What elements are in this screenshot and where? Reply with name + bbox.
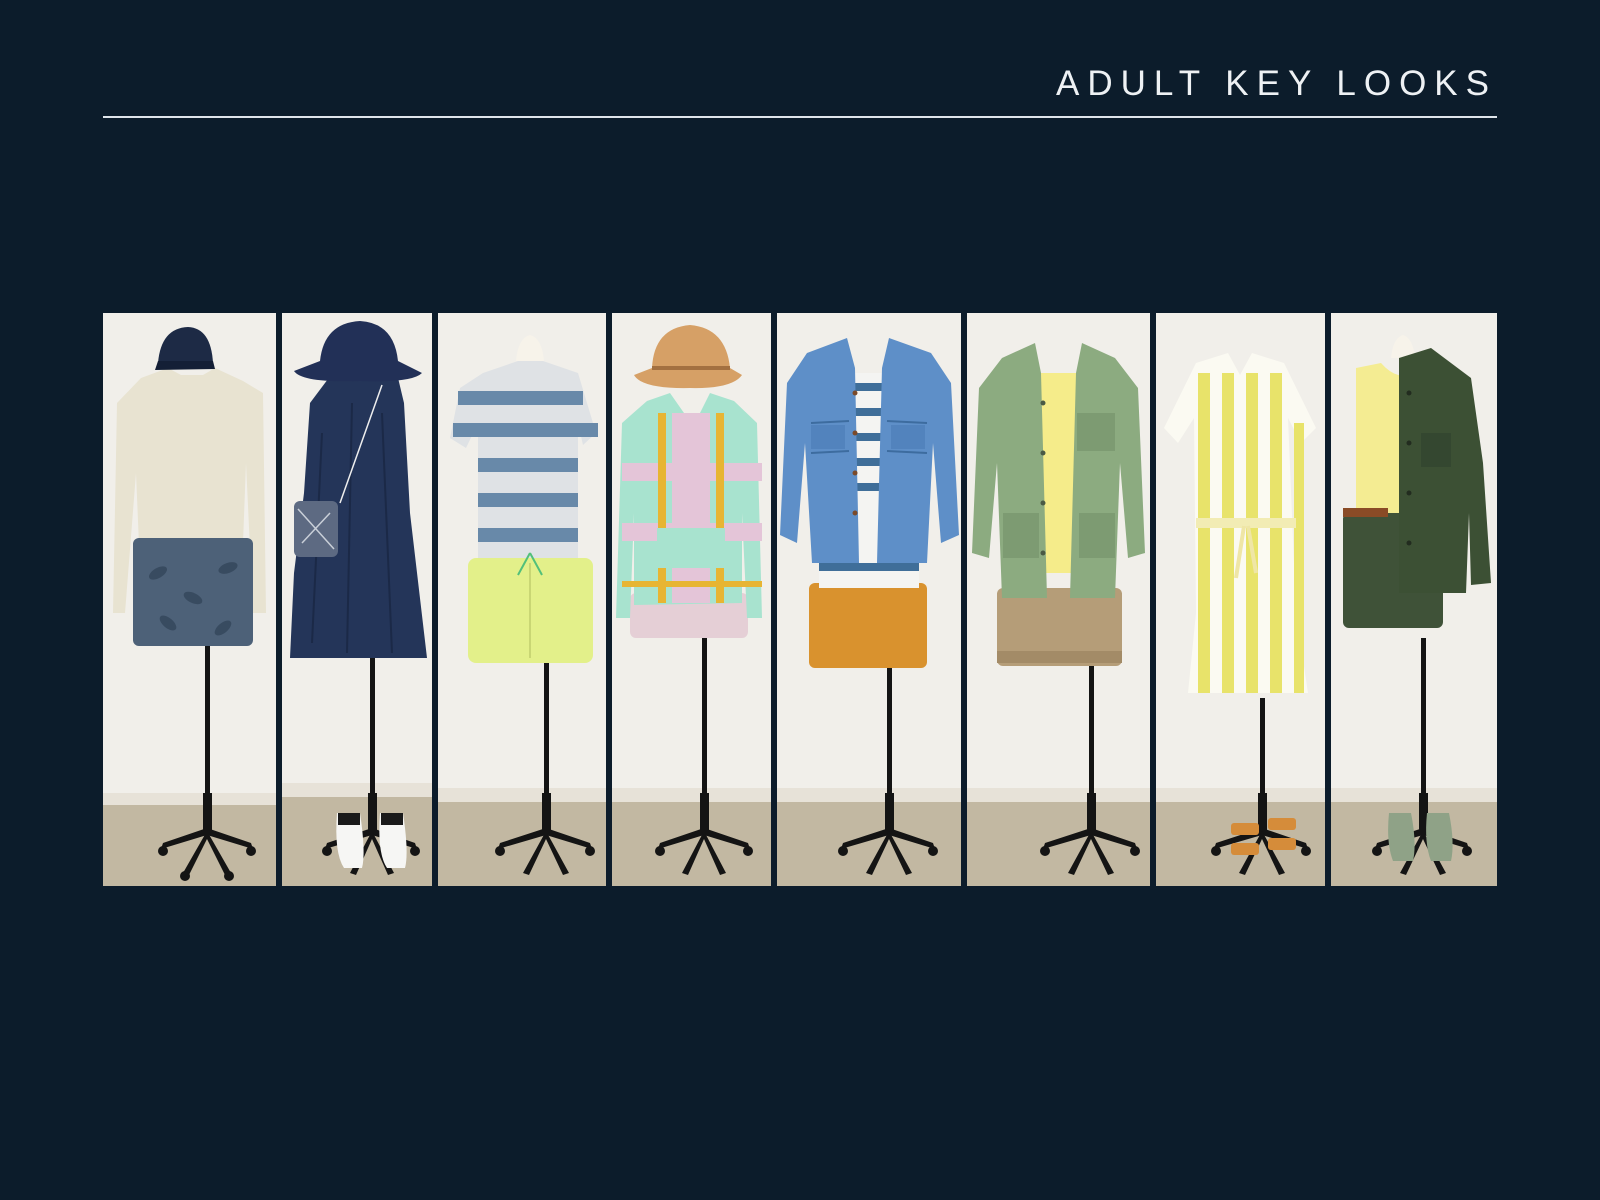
slide-title: ADULT KEY LOOKS	[1056, 64, 1497, 103]
look-5-photo	[777, 313, 961, 886]
look-8-photo	[1331, 313, 1497, 886]
look-1-photo	[103, 313, 276, 886]
look-6-photo	[967, 313, 1150, 886]
shorts	[133, 538, 253, 646]
look-2-photo	[282, 313, 432, 886]
title-divider	[103, 116, 1497, 118]
look-3-photo	[438, 313, 606, 886]
waist-tie	[1196, 518, 1296, 528]
look-4-photo	[612, 313, 771, 886]
shorts	[809, 583, 927, 668]
kangaroo-pocket	[657, 528, 725, 568]
belt	[1343, 508, 1388, 517]
look-7-photo	[1156, 313, 1325, 886]
